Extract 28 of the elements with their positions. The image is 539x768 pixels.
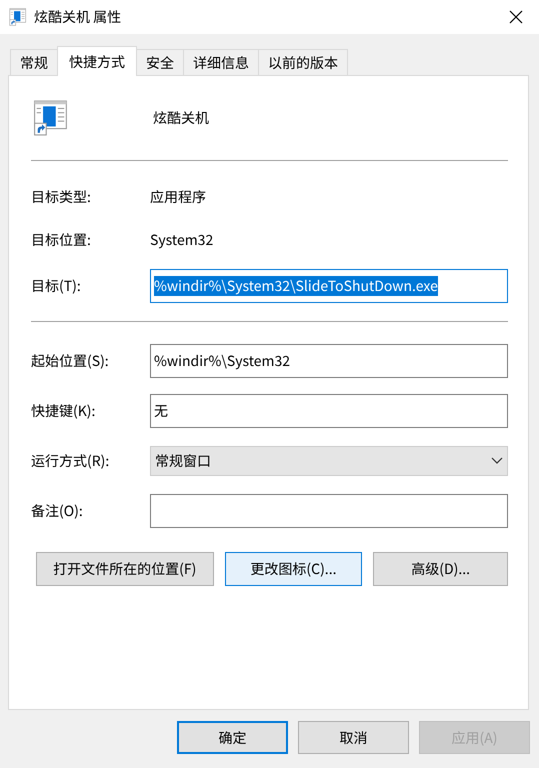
input-field[interactable]: 无 — [150, 394, 508, 428]
field-label: 目标位置: — [31, 230, 92, 250]
input-field[interactable] — [150, 494, 508, 528]
chevron-down-icon — [491, 457, 503, 465]
field-label: 起始位置(S): — [31, 351, 110, 371]
field-label: 备注(O): — [31, 501, 84, 521]
action-button[interactable]: 打开文件所在的位置(F) — [36, 552, 214, 586]
window-title: 炫酷关机 属性 — [34, 7, 122, 27]
field-value: 应用程序 — [150, 186, 206, 206]
input-field[interactable]: %windir%\System32 — [150, 344, 508, 378]
action-button[interactable]: 更改图标(C)... — [224, 552, 362, 586]
field-label: 快捷键(K): — [31, 401, 96, 421]
field-label: 目标类型: — [31, 186, 92, 206]
field-label: 目标(T): — [31, 276, 82, 296]
shortcut-name: 炫酷关机 — [153, 108, 209, 128]
input-field[interactable]: %windir%\System32\SlideToShutDown.exe — [150, 269, 508, 303]
close-icon — [509, 10, 523, 24]
tab[interactable]: 快捷方式 — [57, 46, 137, 76]
shortcut-app-icon — [8, 8, 28, 26]
dialog-button[interactable]: 确定 — [177, 721, 288, 754]
action-button[interactable]: 高级(D)... — [373, 552, 508, 586]
shortcut-app-icon — [33, 100, 69, 136]
field-label: 运行方式(R): — [31, 451, 110, 471]
field-value: System32 — [150, 230, 214, 250]
dropdown[interactable]: 常规窗口 — [150, 446, 508, 476]
tab[interactable]: 常规 — [10, 49, 58, 75]
tab[interactable]: 以前的版本 — [258, 49, 348, 75]
dialog-button[interactable]: 取消 — [298, 721, 409, 754]
